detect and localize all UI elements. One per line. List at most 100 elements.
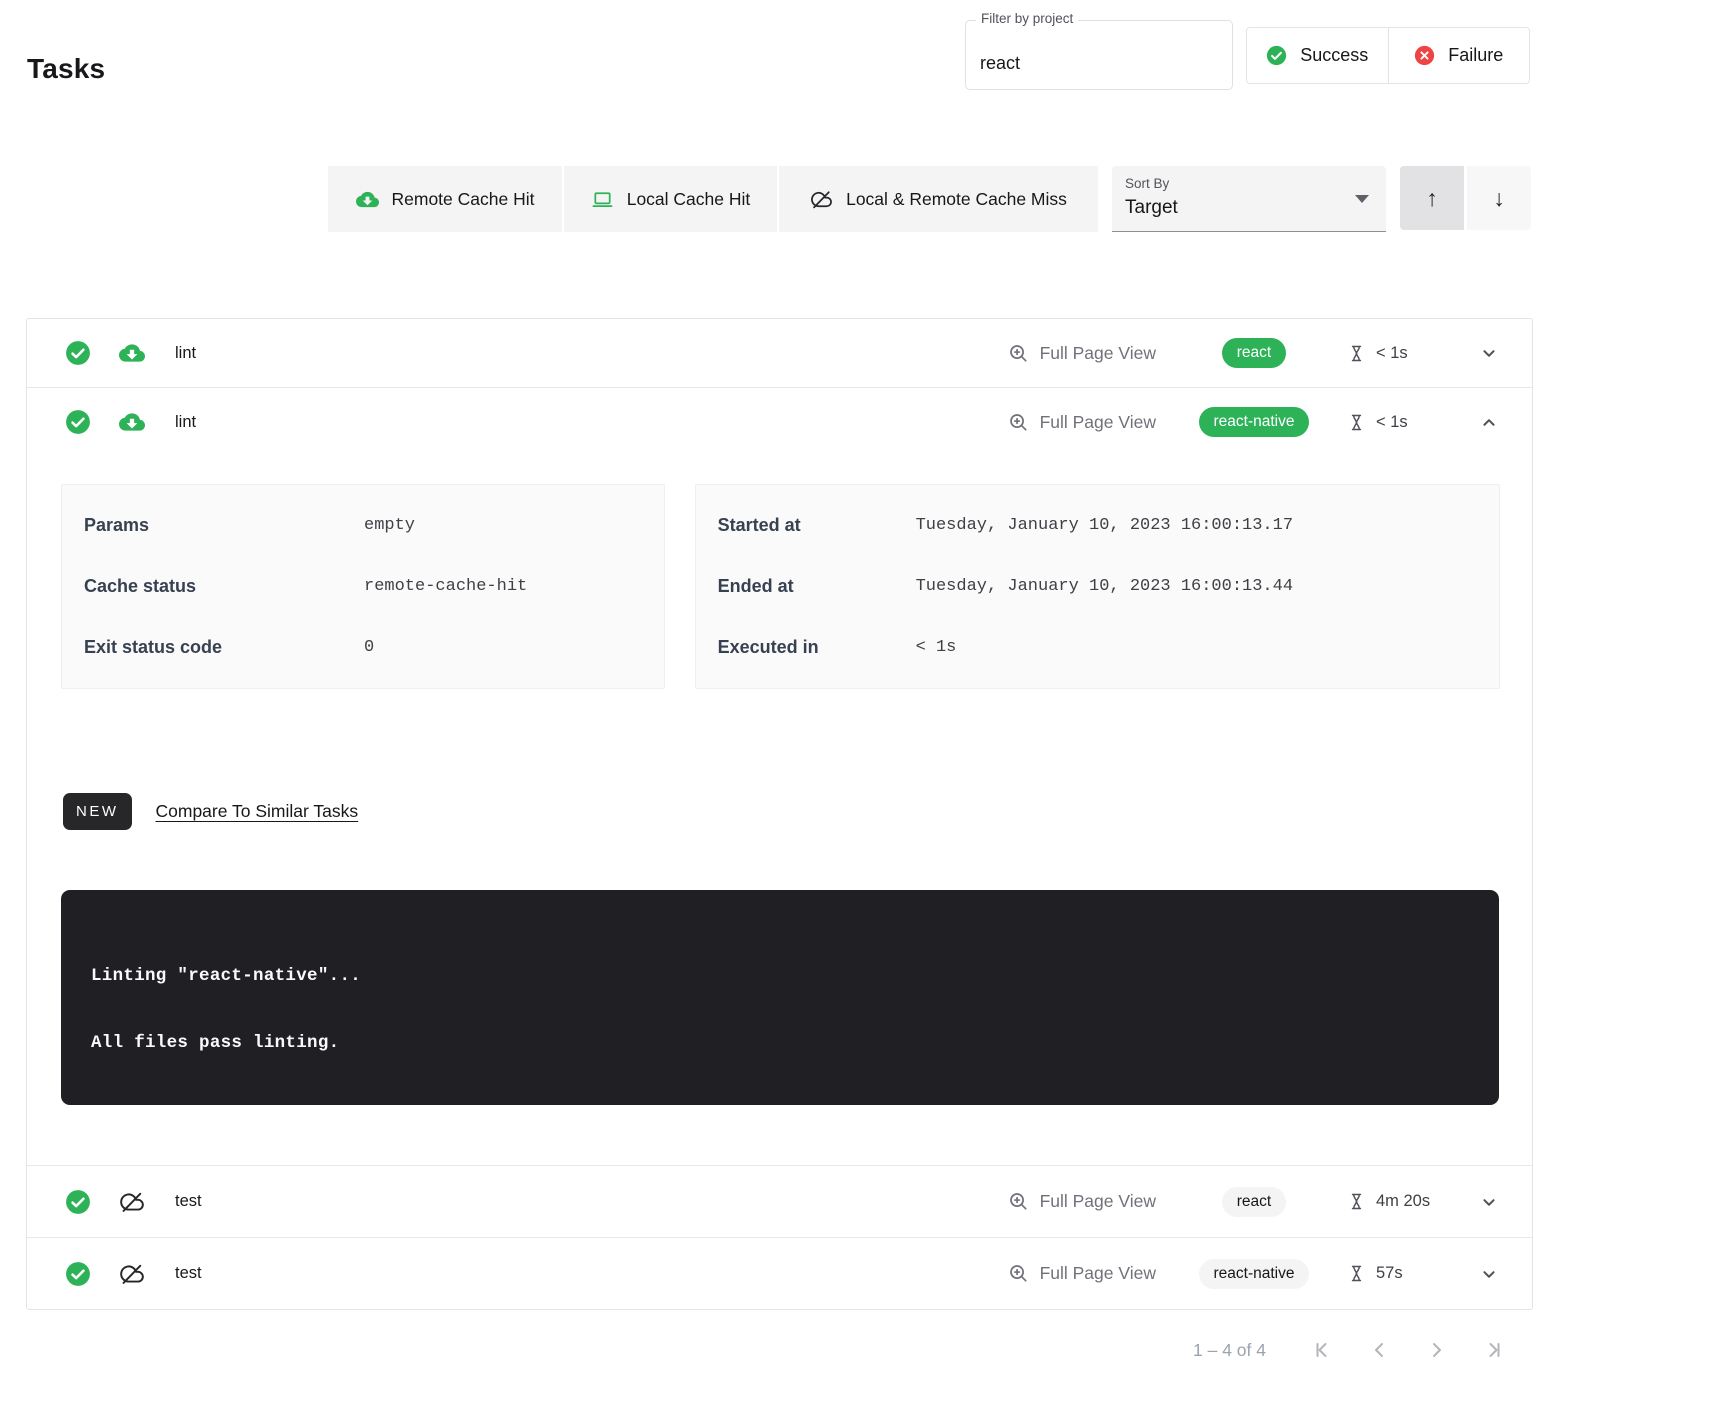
failure-filter-label: Failure bbox=[1448, 45, 1503, 66]
task-timing-card: Started at Tuesday, January 10, 2023 16:… bbox=[695, 484, 1500, 689]
task-duration: < 1s bbox=[1346, 343, 1468, 364]
cloud-slash-icon bbox=[810, 188, 833, 211]
project-badge: react bbox=[1222, 1187, 1286, 1217]
cloud-download-icon bbox=[119, 340, 145, 366]
remote-cache-hit-label: Remote Cache Hit bbox=[392, 189, 535, 210]
next-page-button[interactable] bbox=[1424, 1338, 1448, 1362]
task-target: lint bbox=[175, 344, 196, 363]
chevron-up-icon bbox=[1478, 411, 1500, 433]
chevron-right-icon bbox=[1424, 1338, 1448, 1362]
expand-row-button[interactable] bbox=[1474, 1259, 1504, 1289]
sort-descending-button[interactable]: ↓ bbox=[1467, 166, 1531, 230]
task-params-card: Params empty Cache status remote-cache-h… bbox=[61, 484, 665, 689]
cloud-download-icon bbox=[356, 188, 379, 211]
cache-status-value: remote-cache-hit bbox=[364, 577, 527, 596]
task-target: lint bbox=[175, 413, 196, 432]
success-check-icon bbox=[65, 1261, 91, 1287]
hourglass-icon bbox=[1346, 343, 1367, 364]
project-filter-input[interactable] bbox=[966, 21, 1232, 89]
executed-in-label: Executed in bbox=[718, 637, 916, 658]
last-page-icon bbox=[1480, 1338, 1504, 1362]
exit-code-row: Exit status code 0 bbox=[62, 617, 664, 678]
remote-cache-hit-filter-button[interactable]: Remote Cache Hit bbox=[328, 166, 562, 232]
task-duration: < 1s bbox=[1346, 412, 1468, 433]
success-check-icon bbox=[65, 409, 91, 435]
page-title: Tasks bbox=[27, 53, 105, 85]
full-page-view-button[interactable]: Full Page View bbox=[1001, 1189, 1162, 1214]
task-row-right: Full Page View react-native 57s bbox=[1001, 1259, 1504, 1289]
failure-filter-button[interactable]: Failure bbox=[1388, 28, 1530, 83]
success-filter-button[interactable]: Success bbox=[1247, 28, 1388, 83]
sort-caret-icon bbox=[1355, 195, 1369, 203]
expand-row-button[interactable] bbox=[1474, 338, 1504, 368]
full-page-view-label: Full Page View bbox=[1040, 1263, 1156, 1284]
zoom-in-icon bbox=[1007, 342, 1030, 365]
terminal-output: Linting "react-native"... All files pass… bbox=[61, 890, 1499, 1105]
cache-status-row: Cache status remote-cache-hit bbox=[62, 556, 664, 617]
hourglass-icon bbox=[1346, 412, 1367, 433]
sort-by-label: Sort By bbox=[1125, 176, 1169, 191]
params-value: empty bbox=[364, 516, 415, 535]
project-filter-label: Filter by project bbox=[976, 11, 1078, 26]
project-badge: react bbox=[1222, 338, 1286, 368]
chevron-down-icon bbox=[1478, 342, 1500, 364]
cache-status-label: Cache status bbox=[84, 576, 364, 597]
arrow-up-icon: ↑ bbox=[1426, 185, 1438, 212]
chevron-down-icon bbox=[1478, 1191, 1500, 1213]
tasks-list-card: lint Full Page View react < 1s lint bbox=[26, 318, 1533, 1310]
started-at-label: Started at bbox=[718, 515, 916, 536]
first-page-icon bbox=[1312, 1338, 1336, 1362]
task-row-right: Full Page View react-native < 1s bbox=[1001, 407, 1504, 437]
sort-by-select[interactable]: Sort By Target bbox=[1112, 166, 1386, 232]
compare-to-similar-tasks-link[interactable]: Compare To Similar Tasks bbox=[156, 801, 359, 822]
ended-at-row: Ended at Tuesday, January 10, 2023 16:00… bbox=[696, 556, 1499, 617]
local-cache-hit-filter-button[interactable]: Local Cache Hit bbox=[562, 166, 777, 232]
task-target: test bbox=[175, 1192, 202, 1211]
hourglass-icon bbox=[1346, 1191, 1367, 1212]
full-page-view-label: Full Page View bbox=[1040, 1191, 1156, 1212]
task-row-lint-react-native[interactable]: lint Full Page View react-native < 1s bbox=[27, 388, 1532, 456]
previous-page-button[interactable] bbox=[1368, 1338, 1392, 1362]
zoom-in-icon bbox=[1007, 1190, 1030, 1213]
full-page-view-button[interactable]: Full Page View bbox=[1001, 341, 1162, 366]
laptop-icon bbox=[591, 188, 614, 211]
task-row-lint-react[interactable]: lint Full Page View react < 1s bbox=[27, 319, 1532, 387]
task-info-cards: Params empty Cache status remote-cache-h… bbox=[61, 484, 1500, 689]
cloud-slash-icon bbox=[119, 1189, 145, 1215]
first-page-button[interactable] bbox=[1312, 1338, 1336, 1362]
arrow-down-icon: ↓ bbox=[1493, 185, 1505, 212]
full-page-view-label: Full Page View bbox=[1040, 412, 1156, 433]
success-check-icon bbox=[65, 1189, 91, 1215]
cache-miss-filter-button[interactable]: Local & Remote Cache Miss bbox=[777, 166, 1098, 232]
sort-direction-group: ↑ ↓ bbox=[1400, 166, 1531, 230]
task-duration: 57s bbox=[1346, 1263, 1468, 1284]
hourglass-icon bbox=[1346, 1263, 1367, 1284]
status-filter-group: Success Failure bbox=[1246, 27, 1530, 84]
task-row-left: lint bbox=[65, 340, 196, 366]
expand-row-button[interactable] bbox=[1474, 1187, 1504, 1217]
full-page-view-button[interactable]: Full Page View bbox=[1001, 410, 1162, 435]
terminal-line: All files pass linting. bbox=[91, 1033, 1469, 1053]
failure-x-icon bbox=[1414, 45, 1435, 66]
full-page-view-button[interactable]: Full Page View bbox=[1001, 1261, 1162, 1286]
cache-miss-label: Local & Remote Cache Miss bbox=[846, 189, 1067, 210]
ended-at-label: Ended at bbox=[718, 576, 916, 597]
collapse-row-button[interactable] bbox=[1474, 407, 1504, 437]
zoom-in-icon bbox=[1007, 1262, 1030, 1285]
success-filter-label: Success bbox=[1300, 45, 1368, 66]
success-check-icon bbox=[65, 340, 91, 366]
last-page-button[interactable] bbox=[1480, 1338, 1504, 1362]
terminal-line: Linting "react-native"... bbox=[91, 966, 1469, 986]
task-row-test-react-native[interactable]: test Full Page View react-native 57s bbox=[27, 1238, 1532, 1309]
sort-by-value: Target bbox=[1125, 197, 1178, 219]
full-page-view-label: Full Page View bbox=[1040, 343, 1156, 364]
new-badge: NEW bbox=[63, 793, 132, 830]
executed-in-row: Executed in < 1s bbox=[696, 617, 1499, 678]
pagination-nav bbox=[1312, 1338, 1504, 1362]
task-row-left: lint bbox=[65, 409, 196, 435]
project-badge: react-native bbox=[1199, 1259, 1310, 1289]
task-row-test-react[interactable]: test Full Page View react 4m 20s bbox=[27, 1166, 1532, 1237]
params-label: Params bbox=[84, 515, 364, 536]
sort-ascending-button[interactable]: ↑ bbox=[1400, 166, 1464, 230]
executed-in-value: < 1s bbox=[916, 638, 957, 657]
